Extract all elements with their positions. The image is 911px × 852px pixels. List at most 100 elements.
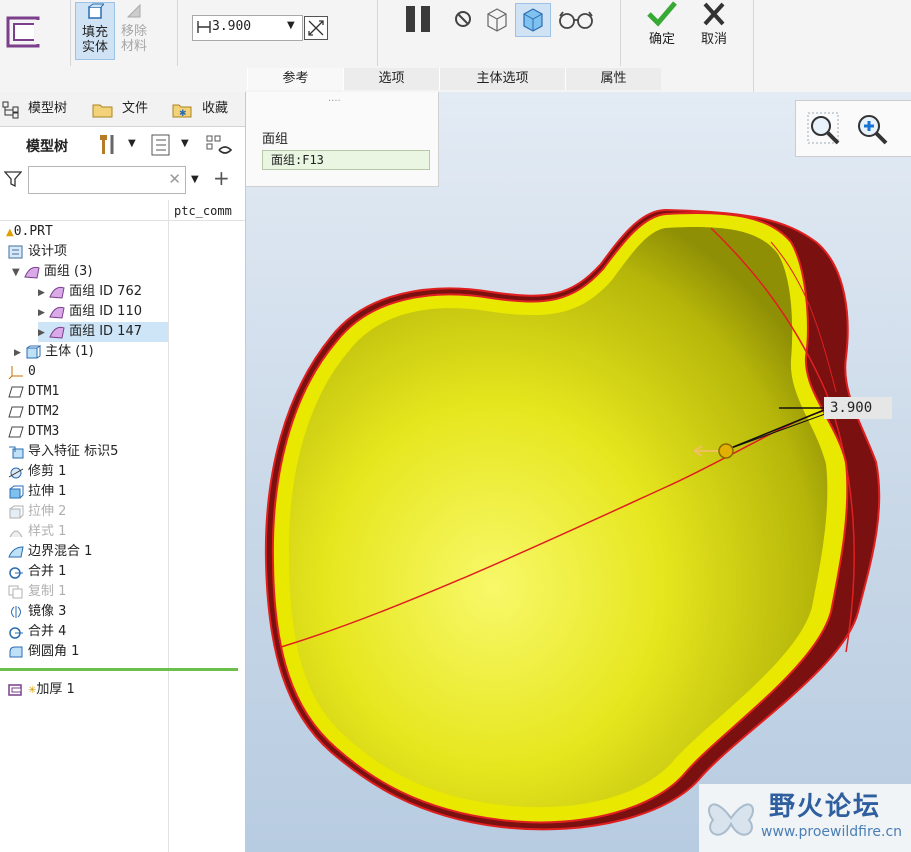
remove-material-button[interactable]: 移除 材料 — [115, 2, 153, 58]
graphics-window[interactable]: ···· 面组 面组:F13 3.900 野火论坛 www.proewildfi… — [246, 92, 911, 852]
insert-indicator[interactable] — [0, 668, 238, 671]
expand-icon[interactable]: ▶ — [38, 308, 45, 318]
tree-item-extrude-2[interactable]: 拉伸 2 — [8, 502, 66, 522]
datum-plane-icon — [8, 385, 24, 399]
tools-icon[interactable] — [96, 132, 122, 160]
csys-icon — [8, 365, 24, 379]
tree-item-mirror[interactable]: 镜像 3 — [8, 602, 66, 622]
tree-item-merge-1[interactable]: 合并 1 — [8, 562, 66, 582]
ribbon-toolbar: 填充 实体 移除 材料 3.900 ▼ 确定 取消 参考 选项 主体选项 属性 — [0, 0, 911, 92]
tree-item-csys[interactable]: 0 — [8, 362, 36, 382]
verify-mode-button[interactable] — [558, 8, 594, 32]
tree-item-thicken[interactable]: ✳加厚 1 — [8, 680, 75, 700]
tree-item-bodies[interactable]: ▶ 主体 (1) — [14, 342, 94, 362]
settings-list-icon[interactable] — [150, 134, 172, 160]
add-icon[interactable]: + — [213, 166, 230, 190]
clear-icon[interactable]: ✕ — [168, 170, 181, 188]
search-input[interactable]: ✕ — [28, 166, 186, 194]
reference-title: 面组 — [262, 132, 289, 147]
thickness-input[interactable]: 3.900 ▼ — [192, 15, 303, 41]
no-preview-icon — [455, 11, 471, 27]
tree-item-style[interactable]: 样式 1 — [8, 522, 66, 542]
tree-item-quilt-110[interactable]: ▶ 面组 ID 110 — [38, 302, 168, 322]
quilt-icon — [49, 285, 65, 299]
expand-icon[interactable]: ▼ — [12, 267, 20, 278]
tab-files[interactable]: 文件 — [122, 92, 148, 126]
pause-button[interactable] — [404, 4, 434, 34]
tree-item-copy[interactable]: 复制 1 — [8, 582, 66, 602]
close-icon — [700, 0, 728, 32]
chevron-down-icon[interactable]: ▼ — [128, 138, 136, 149]
mirror-icon — [8, 605, 24, 619]
tree-item-quilt-147[interactable]: ▶ 面组 ID 147 — [38, 322, 168, 342]
show-hide-columns-icon[interactable] — [205, 134, 233, 162]
model-tree-icon — [2, 101, 20, 123]
tree-item-dtm2[interactable]: DTM2 — [8, 402, 59, 422]
design-item-icon — [8, 245, 24, 259]
tab-body-options[interactable]: 主体选项 — [439, 68, 565, 90]
expand-icon[interactable]: ▶ — [38, 288, 45, 298]
thickness-dimension-label[interactable]: 3.900 — [824, 397, 892, 419]
butterfly-logo-icon — [703, 788, 759, 850]
check-icon — [645, 0, 679, 32]
dimension-icon — [196, 19, 212, 39]
import-icon — [8, 445, 24, 459]
model-tree-header: 模型树 — [26, 139, 68, 155]
tree-item-quilt-762[interactable]: ▶ 面组 ID 762 — [38, 282, 168, 302]
tab-properties[interactable]: 属性 — [565, 68, 661, 90]
glasses-icon — [559, 11, 593, 29]
tree-item-boundary-blend[interactable]: 边界混合 1 — [8, 542, 92, 562]
chevron-down-icon[interactable]: ▼ — [287, 20, 295, 31]
datum-plane-icon — [8, 405, 24, 419]
wireframe-preview-icon — [487, 8, 507, 32]
tree-item-trim[interactable]: 修剪 1 — [8, 462, 66, 482]
chevron-down-icon[interactable]: ▼ — [191, 174, 199, 185]
tree-item-design-items[interactable]: 设计项 — [8, 242, 67, 262]
tab-model-tree[interactable]: 模型树 — [28, 92, 67, 126]
tree-item-dtm3[interactable]: DTM3 — [8, 422, 59, 442]
watermark-url: www.proewildfire.cn — [761, 824, 903, 840]
refit-icon[interactable] — [806, 111, 842, 151]
thicken-feature-icon — [0, 0, 48, 66]
fill-solid-icon — [86, 3, 106, 25]
merge-icon — [8, 625, 24, 639]
attached-preview-button[interactable] — [515, 3, 551, 37]
no-preview-button[interactable] — [452, 8, 474, 30]
separate-preview-button[interactable] — [483, 6, 511, 32]
view-toolbar — [795, 100, 911, 157]
drag-handle-icon[interactable]: ···· — [328, 96, 341, 107]
solid-preview-icon — [523, 8, 543, 32]
filter-icon[interactable] — [3, 170, 23, 192]
expand-icon[interactable]: ▶ — [38, 328, 45, 338]
flip-direction-button[interactable] — [304, 16, 328, 40]
trim-icon — [8, 465, 24, 479]
zoom-in-icon[interactable] — [854, 111, 890, 151]
copy-icon — [8, 585, 24, 599]
chevron-down-icon[interactable]: ▼ — [181, 138, 189, 149]
quilt-icon — [49, 325, 65, 339]
tree-item-dtm1[interactable]: DTM1 — [8, 382, 59, 402]
round-icon — [8, 645, 24, 659]
quilt-reference-collector[interactable]: 面组:F13 — [262, 150, 430, 170]
expand-icon[interactable]: ▶ — [14, 348, 21, 358]
tab-favorites[interactable]: 收藏 — [202, 92, 228, 126]
watermark-title: 野火论坛 — [769, 792, 882, 822]
tree-item-merge-4[interactable]: 合并 4 — [8, 622, 66, 642]
tree-item-quilts[interactable]: ▼ 面组 (3) — [12, 262, 92, 282]
cancel-button[interactable]: 取消 — [694, 0, 734, 56]
tree-item-extrude-1[interactable]: 拉伸 1 — [8, 482, 66, 502]
references-panel: ···· 面组 面组:F13 — [246, 92, 439, 187]
fill-solid-button[interactable]: 填充 实体 — [75, 2, 115, 60]
forum-watermark: 野火论坛 www.proewildfire.cn — [699, 784, 911, 852]
tree-item-round[interactable]: 倒圆角 1 — [8, 642, 79, 662]
confirm-button[interactable]: 确定 — [642, 0, 682, 56]
tree-item-part[interactable]: ▲0.PRT — [6, 222, 166, 242]
model-shape[interactable] — [246, 92, 911, 852]
tab-options[interactable]: 选项 — [343, 68, 439, 90]
tree-item-import[interactable]: 导入特征 标识5 — [8, 442, 118, 462]
tab-references[interactable]: 参考 — [247, 68, 343, 90]
svg-text:✱: ✱ — [179, 109, 187, 119]
navigator-panel: 模型树 文件 ✱ 收藏 模型树 ▼ ▼ ✕ ▼ + ptc_comm ▲0.PR… — [0, 92, 246, 852]
column-header[interactable]: ptc_comm — [174, 204, 232, 218]
folder-icon — [92, 101, 114, 123]
